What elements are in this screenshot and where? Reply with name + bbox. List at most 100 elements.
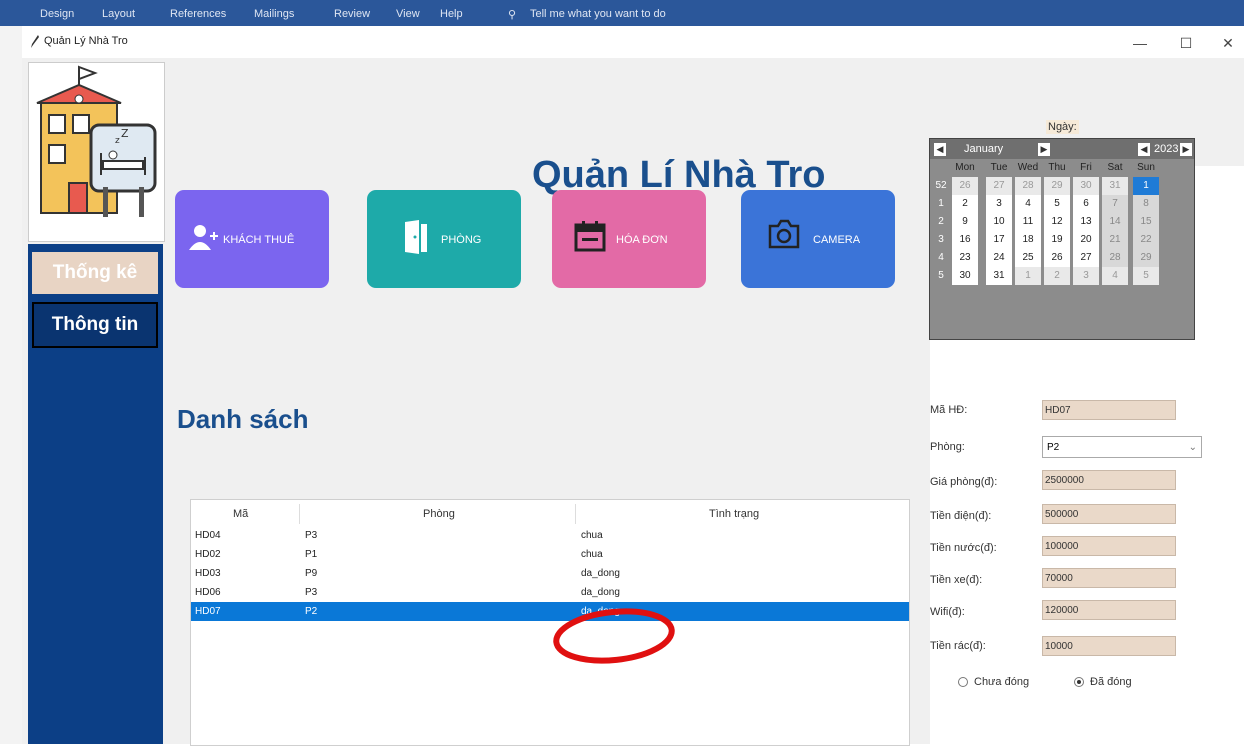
radio-chua-dong-label: Chưa đóng <box>974 676 1030 688</box>
table-row[interactable]: HD06 P3 da_dong <box>191 583 909 602</box>
radio-da-dong[interactable]: Đã đóng <box>1074 676 1132 688</box>
calendar-day[interactable]: 5 <box>1044 195 1070 213</box>
ma-hd-field[interactable]: HD07 <box>1042 400 1176 420</box>
sidebar-item-thong-tin[interactable]: Thông tin <box>32 302 158 348</box>
cell-phong: P2 <box>305 606 318 617</box>
calendar-day[interactable]: 22 <box>1133 231 1159 249</box>
calendar-day[interactable]: 21 <box>1102 231 1128 249</box>
close-button[interactable]: ✕ <box>1208 32 1244 54</box>
day-name: Mon <box>955 162 975 173</box>
ribbon-item[interactable]: Help <box>440 8 463 20</box>
next-month-icon[interactable]: ▶ <box>1038 143 1050 156</box>
gia-phong-field[interactable]: 2500000 <box>1042 470 1176 490</box>
sidebar-item-thong-ke[interactable]: Thống kê <box>32 252 158 294</box>
calendar-day[interactable]: 23 <box>952 249 978 267</box>
calendar-day[interactable]: 3 <box>1073 267 1099 285</box>
calendar-day[interactable]: 2 <box>952 195 978 213</box>
tien-rac-field[interactable]: 10000 <box>1042 636 1176 656</box>
red-circle-annotation <box>553 608 675 664</box>
table-row[interactable]: HD02 P1 chua <box>191 545 909 564</box>
phong-button[interactable]: PHÒNG <box>367 190 521 288</box>
calendar-day[interactable]: 2 <box>1044 267 1070 285</box>
calendar-day[interactable]: 3 <box>986 195 1012 213</box>
calendar-day[interactable]: 30 <box>1073 177 1099 195</box>
prev-month-icon[interactable]: ◀ <box>934 143 946 156</box>
table-row[interactable]: HD03 P9 da_dong <box>191 564 909 583</box>
next-year-icon[interactable]: ▶ <box>1180 143 1192 156</box>
camera-button[interactable]: CAMERA <box>741 190 895 288</box>
calendar-day[interactable]: 28 <box>1015 177 1041 195</box>
calendar-day[interactable]: 27 <box>1073 249 1099 267</box>
cell-tinh-trang: da_dong <box>581 587 620 598</box>
calendar-day[interactable]: 5 <box>1133 267 1159 285</box>
calendar-day[interactable]: 27 <box>986 177 1012 195</box>
hoa-don-button[interactable]: HÓA ĐƠN <box>552 190 706 288</box>
column-header-tinh-trang[interactable]: Tình trạng <box>709 508 759 520</box>
cell-ma: HD02 <box>195 549 221 560</box>
tien-nuoc-field[interactable]: 100000 <box>1042 536 1176 556</box>
ribbon-search-text[interactable]: Tell me what you want to do <box>530 8 666 20</box>
calendar-day[interactable]: 17 <box>986 231 1012 249</box>
calendar-day[interactable]: 26 <box>1044 249 1070 267</box>
ribbon-item[interactable]: References <box>170 8 226 20</box>
prev-year-icon[interactable]: ◀ <box>1138 143 1150 156</box>
calendar-day[interactable]: 31 <box>1102 177 1128 195</box>
calendar-day[interactable]: 4 <box>1102 267 1128 285</box>
calendar-day[interactable]: 26 <box>952 177 978 195</box>
minimize-button[interactable]: — <box>1120 32 1160 54</box>
khach-thue-button[interactable]: KHÁCH THUÊ <box>175 190 329 288</box>
tien-dien-field[interactable]: 500000 <box>1042 504 1176 524</box>
calendar-day[interactable]: 13 <box>1073 213 1099 231</box>
date-picker-calendar[interactable]: ◀ January ▶ ◀ 2023 ▶ Mon Tue Wed Thu Fri Sat S… <box>929 138 1195 340</box>
calendar-day[interactable]: 29 <box>1044 177 1070 195</box>
wifi-field[interactable]: 120000 <box>1042 600 1176 620</box>
maximize-button[interactable]: ☐ <box>1166 32 1206 54</box>
day-name: Sun <box>1137 162 1155 173</box>
calendar-day[interactable]: 28 <box>1102 249 1128 267</box>
calendar-day[interactable]: 15 <box>1133 213 1159 231</box>
calendar-day[interactable]: 19 <box>1044 231 1070 249</box>
week-number: 2 <box>932 213 950 231</box>
calendar-day[interactable]: 18 <box>1015 231 1041 249</box>
column-header-phong[interactable]: Phòng <box>423 508 455 520</box>
search-icon[interactable]: ⚲ <box>508 8 516 21</box>
svg-text:Z: Z <box>121 127 129 140</box>
radio-chua-dong[interactable]: Chưa đóng <box>958 676 1029 688</box>
calendar-day[interactable]: 4 <box>1015 195 1041 213</box>
calendar-day[interactable]: 10 <box>986 213 1012 231</box>
hotel-logo-icon: z Z <box>36 65 157 217</box>
calendar-day[interactable]: 14 <box>1102 213 1128 231</box>
ribbon-item[interactable]: Mailings <box>254 8 294 20</box>
calendar-day[interactable]: 9 <box>952 213 978 231</box>
cell-tinh-trang: chua <box>581 530 603 541</box>
calendar-day[interactable]: 30 <box>952 267 978 285</box>
ribbon-item[interactable]: Layout <box>102 8 135 20</box>
ribbon-item[interactable]: View <box>396 8 420 20</box>
calendar-day[interactable]: 6 <box>1073 195 1099 213</box>
calendar-day[interactable]: 25 <box>1015 249 1041 267</box>
calendar-day[interactable]: 8 <box>1133 195 1159 213</box>
cell-ma: HD03 <box>195 568 221 579</box>
ribbon-item[interactable]: Design <box>40 8 74 20</box>
calendar-day[interactable]: 12 <box>1044 213 1070 231</box>
calendar-day[interactable]: 7 <box>1102 195 1128 213</box>
calendar-day[interactable]: 11 <box>1015 213 1041 231</box>
camera-icon <box>768 219 800 249</box>
table-row[interactable]: HD04 P3 chua <box>191 526 909 545</box>
calendar-day[interactable]: 1 <box>1015 267 1041 285</box>
week-number: 5 <box>932 267 950 285</box>
column-header-ma[interactable]: Mã <box>233 508 248 520</box>
tien-xe-label: Tiền xe(đ): <box>930 574 983 586</box>
phong-select[interactable]: P2 ⌄ <box>1042 436 1202 458</box>
door-icon <box>405 220 427 254</box>
phong-select-value: P2 <box>1047 442 1060 453</box>
calendar-day[interactable]: 29 <box>1133 249 1159 267</box>
ribbon-item[interactable]: Review <box>334 8 370 20</box>
calendar-day[interactable]: 16 <box>952 231 978 249</box>
calendar-day[interactable]: 20 <box>1073 231 1099 249</box>
tien-xe-field[interactable]: 70000 <box>1042 568 1176 588</box>
calendar-day[interactable]: 24 <box>986 249 1012 267</box>
calendar-month: January <box>964 143 1004 155</box>
calendar-day[interactable]: 1 <box>1133 177 1159 195</box>
calendar-day[interactable]: 31 <box>986 267 1012 285</box>
